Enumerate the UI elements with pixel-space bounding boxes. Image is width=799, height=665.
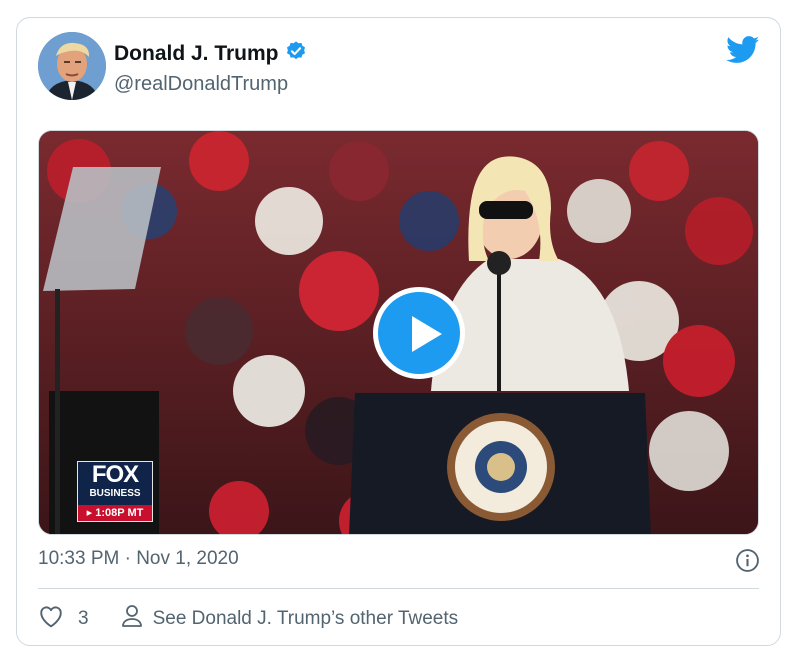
like-count[interactable]: 3 <box>78 608 89 630</box>
avatar[interactable] <box>38 32 106 100</box>
tweet-author[interactable]: Donald J. Trump @realDonaldTrump <box>114 40 307 96</box>
info-icon[interactable] <box>735 548 760 573</box>
play-icon[interactable] <box>373 287 465 379</box>
other-tweets-link[interactable]: See Donald J. Trump’s other Tweets <box>153 608 459 630</box>
tweet-timestamp[interactable]: 10:33 PM · Nov 1, 2020 <box>38 548 239 570</box>
verified-badge-icon <box>285 40 307 67</box>
fox-time-label: ▸ 1:08P MT <box>78 505 152 521</box>
author-name[interactable]: Donald J. Trump <box>114 42 279 66</box>
fox-business-bug: FOX BUSINESS ▸ 1:08P MT <box>77 461 153 522</box>
tweet-actions: 3 See Donald J. Trump’s other Tweets <box>38 604 458 634</box>
tweet-card: Donald J. Trump @realDonaldTrump FOX BUS… <box>16 17 781 646</box>
avatar-image <box>38 32 106 100</box>
divider <box>38 588 759 589</box>
fox-sub-text: BUSINESS <box>89 488 141 499</box>
tweet-video[interactable]: FOX BUSINESS ▸ 1:08P MT <box>38 130 759 535</box>
fox-logo-text: FOX <box>91 461 139 488</box>
person-icon[interactable] <box>121 604 143 634</box>
heart-icon[interactable] <box>38 604 64 634</box>
twitter-bird-icon[interactable] <box>726 36 760 69</box>
author-handle[interactable]: @realDonaldTrump <box>114 73 307 96</box>
